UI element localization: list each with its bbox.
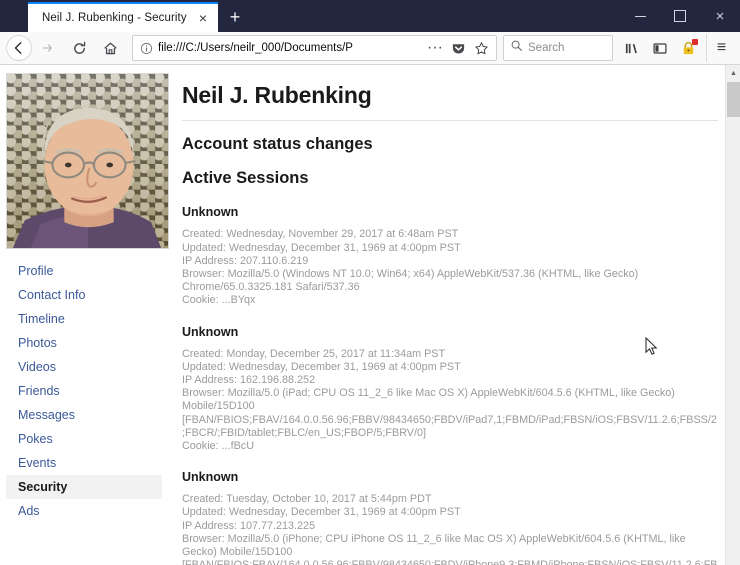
profile-photo	[6, 73, 169, 249]
main-column: Neil J. Rubenking Account status changes…	[172, 73, 740, 565]
session-entry: Unknown Created: Tuesday, October 10, 20…	[182, 470, 718, 565]
url-input[interactable]: file:///C:/Users/neilr_000/Documents/P	[158, 42, 425, 54]
sidebar-item-security[interactable]: Security	[6, 475, 162, 499]
session-entry: Unknown Created: Wednesday, November 29,…	[182, 205, 718, 307]
heading-active-sessions: Active Sessions	[182, 169, 309, 188]
profile-nav-list: Profile Contact Info Timeline Photos Vid…	[6, 259, 162, 523]
session-updated: Updated: Wednesday, December 31, 1969 at…	[182, 360, 461, 373]
session-browser: Browser: Mozilla/5.0 (iPhone; CPU iPhone…	[182, 532, 718, 565]
pocket-icon[interactable]	[448, 38, 468, 58]
lastpass-notification-badge	[692, 39, 698, 45]
bookmark-star-icon[interactable]	[471, 38, 491, 58]
scroll-up-arrow[interactable]: ▲	[726, 65, 740, 81]
tab-strip: Neil J. Rubenking - Security × +	[0, 0, 250, 32]
scrollbar-thumb[interactable]	[727, 82, 740, 117]
page-info-icon[interactable]	[138, 40, 155, 57]
session-browser: Browser: Mozilla/5.0 (iPad; CPU OS 11_2_…	[182, 387, 717, 439]
window-controls: ×	[620, 0, 740, 32]
session-created: Created: Wednesday, November 29, 2017 at…	[182, 228, 459, 241]
sidebar-item-events[interactable]: Events	[6, 451, 162, 475]
sidebar-item-profile[interactable]: Profile	[6, 259, 162, 283]
page-title: Neil J. Rubenking	[182, 82, 372, 108]
sidebar-item-photos[interactable]: Photos	[6, 331, 162, 355]
library-icon[interactable]	[618, 34, 646, 62]
session-details: Created: Monday, December 25, 2017 at 11…	[182, 348, 718, 454]
minimize-button[interactable]	[620, 0, 660, 32]
session-title: Unknown	[182, 470, 239, 485]
url-bar-actions: ···	[425, 38, 491, 58]
sidebar-item-friends[interactable]: Friends	[6, 379, 162, 403]
sidebar-item-videos[interactable]: Videos	[6, 355, 162, 379]
navigation-toolbar: file:///C:/Users/neilr_000/Documents/P ·…	[0, 32, 740, 65]
sidebar-item-contact-info[interactable]: Contact Info	[6, 283, 162, 307]
page-viewport: Profile Contact Info Timeline Photos Vid…	[0, 65, 740, 565]
search-input[interactable]: Search	[528, 42, 564, 54]
new-tab-button[interactable]: +	[220, 2, 250, 32]
session-details: Created: Tuesday, October 10, 2017 at 5:…	[182, 493, 718, 565]
session-created: Created: Monday, December 25, 2017 at 11…	[182, 347, 446, 360]
sidebar-item-pokes[interactable]: Pokes	[6, 427, 162, 451]
close-window-button[interactable]: ×	[700, 0, 740, 32]
back-button[interactable]	[6, 35, 32, 61]
session-title: Unknown	[182, 324, 239, 339]
session-created: Created: Tuesday, October 10, 2017 at 5:…	[182, 493, 432, 506]
left-column: Profile Contact Info Timeline Photos Vid…	[6, 73, 172, 565]
title-divider	[182, 120, 718, 122]
browser-tab-active[interactable]: Neil J. Rubenking - Security ×	[28, 2, 218, 32]
reload-button[interactable]	[64, 34, 94, 62]
browser-window: Neil J. Rubenking - Security × + × file:…	[0, 0, 740, 565]
sidebar-item-ads[interactable]: Ads	[6, 499, 162, 523]
page-actions-icon[interactable]: ···	[425, 38, 445, 58]
toolbar-right-actions: ≡	[618, 34, 734, 62]
tab-title: Neil J. Rubenking - Security	[42, 12, 187, 24]
search-bar[interactable]: Search	[503, 35, 613, 61]
session-updated: Updated: Wednesday, December 31, 1969 at…	[182, 506, 461, 519]
session-ip-address: IP Address: 107.77.213.225	[182, 519, 316, 532]
hamburger-menu-icon[interactable]: ≡	[706, 34, 734, 62]
sidebar-item-messages[interactable]: Messages	[6, 403, 162, 427]
page-scrollbar[interactable]: ▲	[725, 65, 740, 565]
maximize-button[interactable]	[660, 0, 700, 32]
home-button[interactable]	[95, 34, 125, 62]
session-title: Unknown	[182, 205, 239, 220]
url-bar[interactable]: file:///C:/Users/neilr_000/Documents/P ·…	[132, 35, 497, 61]
session-cookie: Cookie: ...fBcU	[182, 440, 255, 453]
sidebar-item-timeline[interactable]: Timeline	[6, 307, 162, 331]
session-ip-address: IP Address: 162.196.88.252	[182, 374, 316, 387]
session-updated: Updated: Wednesday, December 31, 1969 at…	[182, 241, 461, 254]
heading-account-status-changes: Account status changes	[182, 135, 373, 154]
close-tab-icon[interactable]: ×	[194, 9, 212, 27]
sidebar-toggle-icon[interactable]	[646, 34, 674, 62]
forward-button[interactable]	[33, 34, 63, 62]
search-icon	[510, 39, 523, 57]
title-bar: Neil J. Rubenking - Security × + ×	[0, 0, 740, 32]
lastpass-icon[interactable]	[674, 34, 702, 62]
session-entry: Unknown Created: Monday, December 25, 20…	[182, 325, 718, 454]
page-content: Profile Contact Info Timeline Photos Vid…	[0, 65, 740, 565]
session-cookie: Cookie: ...BYqx	[182, 294, 256, 307]
session-browser: Browser: Mozilla/5.0 (Windows NT 10.0; W…	[182, 268, 639, 294]
session-ip-address: IP Address: 207.110.6.219	[182, 254, 309, 267]
session-details: Created: Wednesday, November 29, 2017 at…	[182, 228, 718, 307]
